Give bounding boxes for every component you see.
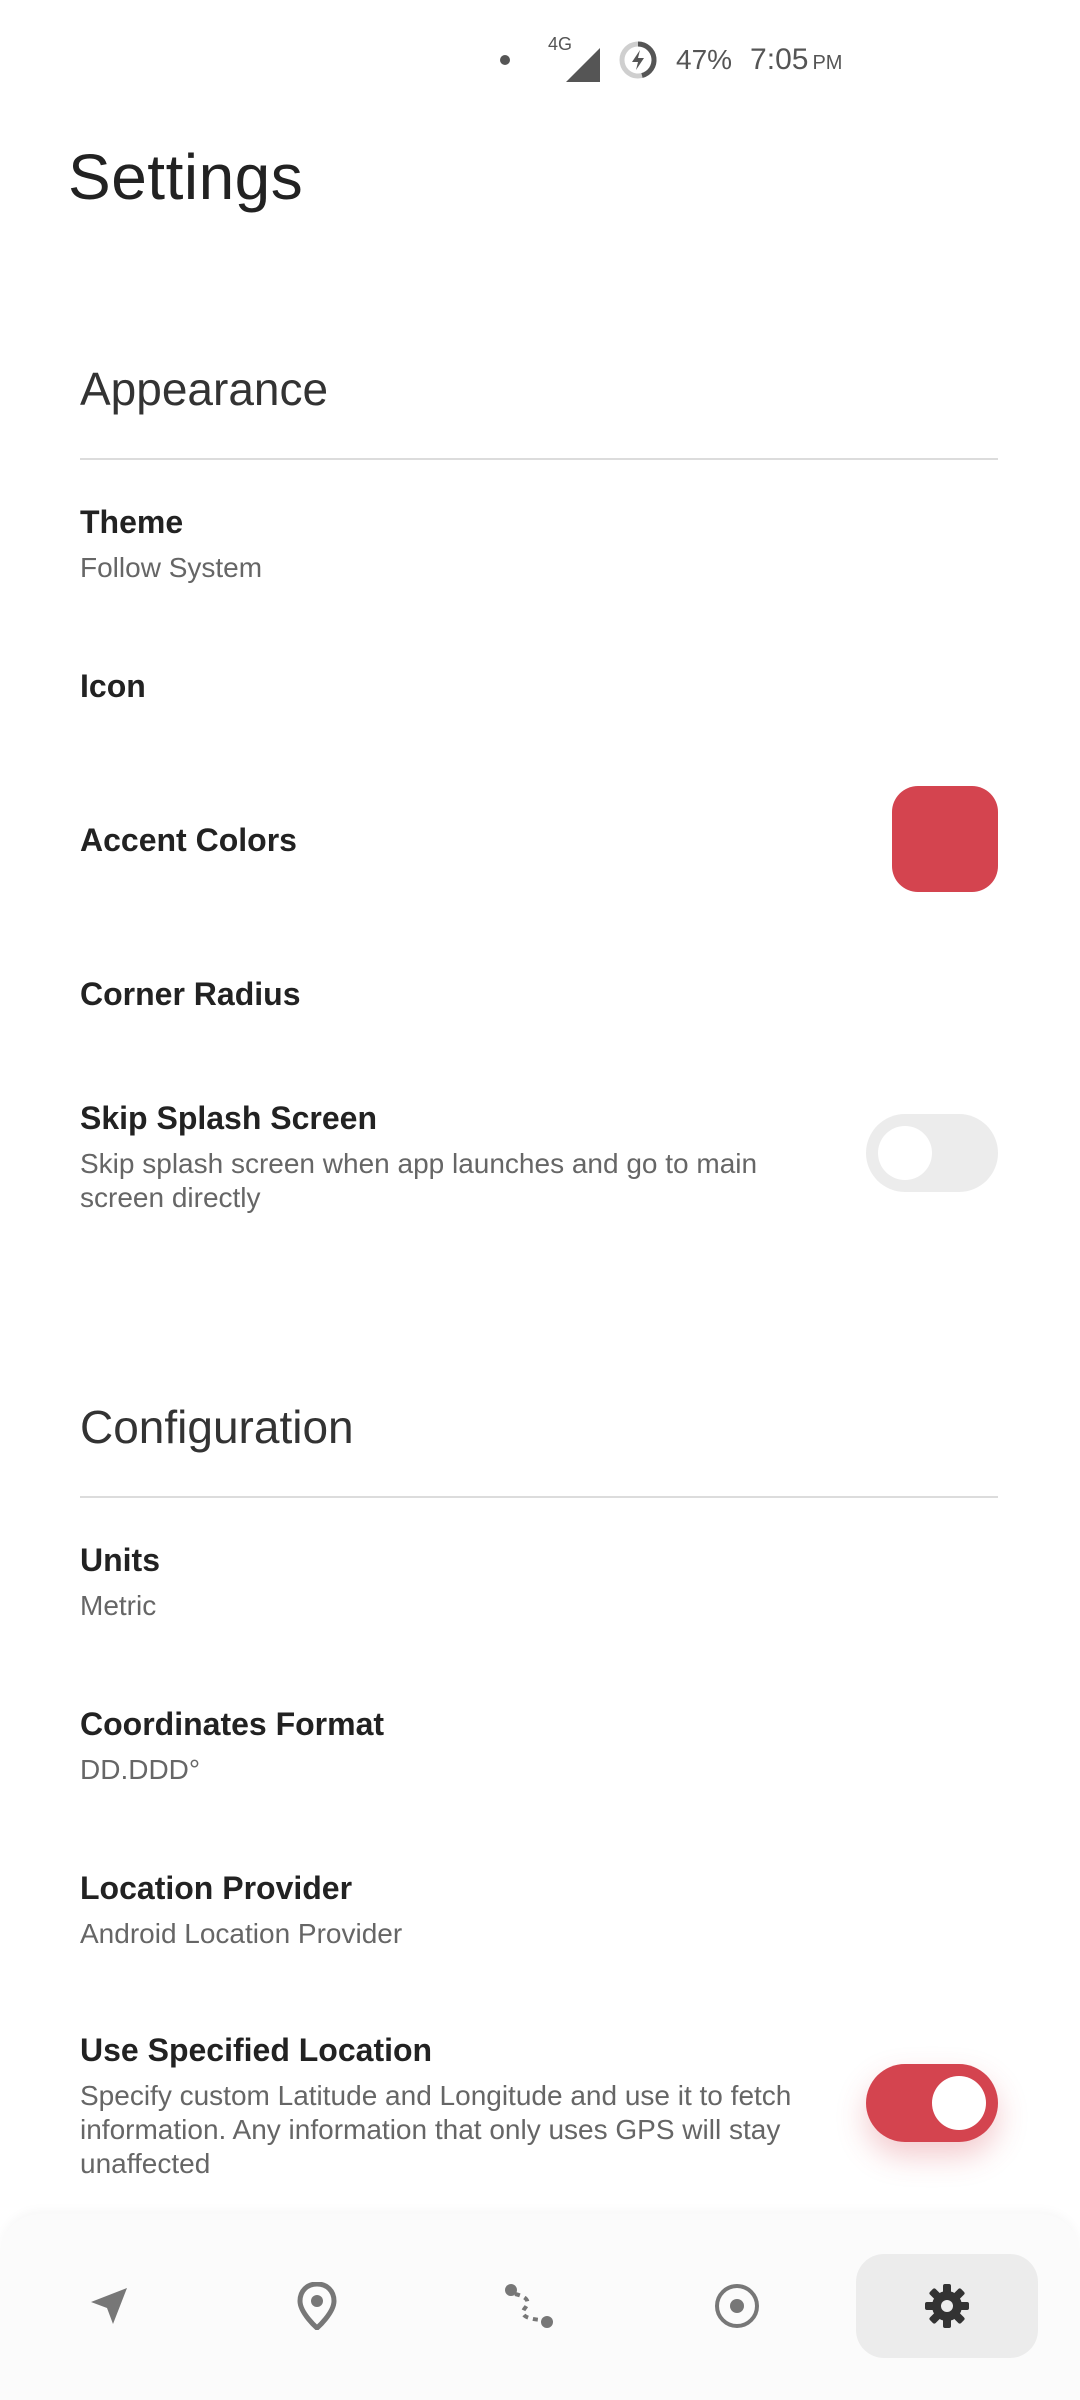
- nav-item-places[interactable]: [226, 2254, 408, 2358]
- location-pin-icon: [297, 2282, 337, 2330]
- pref-title: Units: [80, 1542, 160, 1578]
- nav-item-route[interactable]: [438, 2254, 620, 2358]
- accent-color-swatch[interactable]: [892, 786, 998, 892]
- specified-location-toggle[interactable]: [866, 2064, 998, 2142]
- pref-corner-radius[interactable]: Corner Radius: [80, 976, 998, 1013]
- pref-coordinates-format[interactable]: Coordinates Format DD.DDD°: [80, 1706, 998, 1787]
- battery-percent: 47%: [676, 44, 733, 75]
- pref-title: Coordinates Format: [80, 1706, 385, 1742]
- bottom-navigation: [0, 2214, 1080, 2400]
- pref-skip-splash[interactable]: Skip Splash Screen Skip splash screen wh…: [80, 1100, 998, 1215]
- pref-title: Theme: [80, 504, 184, 540]
- navigation-arrow-icon: [91, 2288, 127, 2324]
- route-icon: [505, 2284, 553, 2328]
- clock: 7:05 PM: [750, 43, 842, 77]
- battery-charging-icon: [619, 41, 657, 79]
- pref-units[interactable]: Units Metric: [80, 1542, 998, 1623]
- mobile-signal-icon: 4G: [548, 34, 600, 82]
- section-title-appearance: Appearance: [80, 363, 329, 415]
- pref-summary: Android Location Provider: [80, 1918, 403, 1949]
- clock-time: 7:05: [750, 43, 809, 76]
- toggle-knob: [932, 2076, 986, 2130]
- notification-dot-icon: [500, 55, 510, 65]
- pref-theme[interactable]: Theme Follow System: [80, 504, 998, 585]
- pref-use-specified-location[interactable]: Use Specified Location Specify custom La…: [80, 2032, 998, 2181]
- pref-summary: Skip splash screen when app launches and…: [80, 1148, 758, 1213]
- pref-title: Corner Radius: [80, 976, 301, 1012]
- section-title-configuration: Configuration: [80, 1401, 354, 1453]
- clock-ampm: PM: [812, 52, 843, 74]
- gear-icon: [925, 2284, 969, 2328]
- pref-title: Location Provider: [80, 1870, 353, 1906]
- pref-icon[interactable]: Icon: [80, 668, 998, 705]
- pref-title: Icon: [80, 668, 146, 704]
- nav-item-navigate[interactable]: [18, 2254, 200, 2358]
- pref-summary: Specify custom Latitude and Longitude an…: [80, 2080, 792, 2179]
- nav-item-settings[interactable]: [856, 2254, 1038, 2358]
- page-title: Settings: [68, 141, 304, 213]
- pref-summary: Metric: [80, 1590, 157, 1621]
- settings-screen: 4G 47% 7:05 PM Settings Appearance Theme …: [0, 0, 1080, 2400]
- pref-summary: DD.DDD°: [80, 1754, 201, 1785]
- pref-title: Use Specified Location: [80, 2032, 433, 2068]
- skip-splash-toggle[interactable]: [866, 1114, 998, 1192]
- divider: [80, 1496, 998, 1498]
- pref-title: Accent Colors: [80, 822, 297, 858]
- nav-item-target[interactable]: [646, 2254, 828, 2358]
- status-bar: 4G 47% 7:05 PM: [500, 30, 842, 90]
- divider: [80, 458, 998, 460]
- pref-accent-colors[interactable]: Accent Colors: [80, 822, 998, 859]
- target-icon: [715, 2284, 759, 2328]
- pref-summary: Follow System: [80, 552, 263, 583]
- pref-title: Skip Splash Screen: [80, 1100, 378, 1136]
- pref-location-provider[interactable]: Location Provider Android Location Provi…: [80, 1870, 998, 1951]
- toggle-knob: [878, 1126, 932, 1180]
